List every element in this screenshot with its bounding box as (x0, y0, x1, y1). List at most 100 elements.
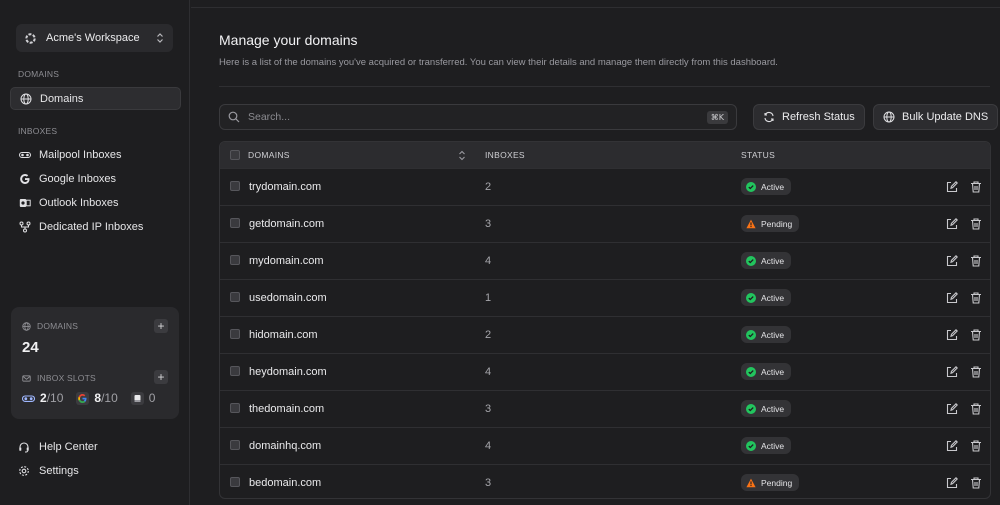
row-checkbox[interactable] (230, 440, 240, 450)
status-text: Active (761, 403, 785, 414)
row-checkbox[interactable] (230, 218, 240, 228)
google-icon (76, 391, 90, 405)
workspace-switcher[interactable]: Acme's Workspace (16, 24, 173, 52)
table-row[interactable]: usedomain.com 1 Active (220, 279, 990, 316)
row-checkbox[interactable] (230, 181, 240, 191)
edit-icon[interactable] (945, 254, 959, 268)
inbox-count: 4 (485, 255, 492, 267)
outlook-icon (130, 391, 144, 405)
status-badge: Active (741, 178, 792, 195)
domains-count: 24 (22, 339, 39, 356)
mailpool-slots: 2/10 (22, 391, 63, 405)
search-shortcut: ⌘K (706, 110, 728, 124)
row-checkbox[interactable] (230, 292, 240, 302)
bulk-update-dns-button[interactable]: Bulk Update DNS (873, 104, 999, 130)
domain-name: getdomain.com (249, 218, 325, 230)
edit-icon[interactable] (945, 291, 959, 305)
edit-icon[interactable] (945, 365, 959, 379)
table-row[interactable]: bedomain.com 3 Pending (220, 464, 990, 498)
table-row[interactable]: getdomain.com 3 Pending (220, 205, 990, 242)
sidebar-item-mailpool[interactable]: Mailpool Inboxes (10, 143, 181, 166)
mailpool-icon (22, 392, 35, 405)
globe-icon (20, 93, 32, 105)
warning-icon (746, 478, 761, 488)
edit-icon[interactable] (945, 217, 959, 231)
edit-icon[interactable] (945, 439, 959, 453)
domain-name: hidomain.com (249, 329, 318, 341)
header-divider (191, 7, 1000, 8)
row-checkbox[interactable] (230, 403, 240, 413)
status-text: Active (761, 292, 785, 303)
domain-name: trydomain.com (249, 181, 322, 193)
row-checkbox[interactable] (230, 477, 240, 487)
help-center-link[interactable]: Help Center (18, 441, 98, 453)
header-domains[interactable]: DOMAINS (248, 150, 290, 160)
sidebar-item-dedicated-ip[interactable]: Dedicated IP Inboxes (10, 215, 181, 238)
section-divider (219, 86, 990, 87)
domains-stat-label: DOMAINS (22, 321, 78, 331)
status-text: Active (761, 440, 785, 451)
table-row[interactable]: hidomain.com 2 Active (220, 316, 990, 353)
sidebar-item-google[interactable]: Google Inboxes (10, 167, 181, 190)
select-all-checkbox[interactable] (230, 150, 240, 160)
row-checkbox[interactable] (230, 255, 240, 265)
status-badge: Active (741, 437, 792, 454)
trash-icon[interactable] (969, 365, 983, 379)
check-circle-icon (746, 329, 761, 340)
table-row[interactable]: domainhq.com 4 Active (220, 427, 990, 464)
edit-icon[interactable] (945, 476, 959, 490)
workspace-logo-icon (25, 32, 36, 44)
workspace-name: Acme's Workspace (46, 32, 140, 44)
trash-icon[interactable] (969, 402, 983, 416)
trash-icon[interactable] (969, 476, 983, 490)
check-circle-icon (746, 181, 761, 192)
status-text: Active (761, 181, 785, 192)
table-row[interactable]: thedomain.com 3 Active (220, 390, 990, 427)
sidebar-item-label: Domains (40, 92, 84, 105)
headset-icon (18, 441, 39, 453)
domains-section-label: DOMAINS (18, 69, 60, 79)
search-placeholder: Search... (248, 111, 291, 123)
sidebar: Acme's Workspace DOMAINS Domains INBOXES… (0, 0, 190, 505)
trash-icon[interactable] (969, 217, 983, 231)
trash-icon[interactable] (969, 439, 983, 453)
sort-icon[interactable] (458, 150, 466, 161)
header-status: STATUS (741, 150, 776, 160)
status-text: Active (761, 366, 785, 377)
domain-name: bedomain.com (249, 477, 322, 489)
search-input[interactable]: Search... ⌘K (219, 104, 737, 130)
trash-icon[interactable] (969, 328, 983, 342)
table-row[interactable]: mydomain.com 4 Active (220, 242, 990, 279)
row-checkbox[interactable] (230, 366, 240, 376)
table-row[interactable]: heydomain.com 4 Active (220, 353, 990, 390)
edit-icon[interactable] (945, 328, 959, 342)
sidebar-item-label: Mailpool Inboxes (39, 148, 122, 161)
trash-icon[interactable] (969, 254, 983, 268)
check-circle-icon (746, 403, 761, 414)
globe-icon (883, 111, 902, 123)
table-row[interactable]: trydomain.com 2 Active (220, 168, 990, 205)
inbox-count: 2 (485, 181, 492, 193)
refresh-status-button[interactable]: Refresh Status (753, 104, 865, 130)
trash-icon[interactable] (969, 291, 983, 305)
inbox-slots-label: INBOX SLOTS (22, 373, 96, 383)
refresh-icon (763, 111, 782, 123)
gear-icon (18, 465, 39, 477)
add-domain-button[interactable]: + (154, 319, 168, 333)
check-circle-icon (746, 292, 761, 303)
edit-icon[interactable] (945, 180, 959, 194)
inbox-count: 2 (485, 329, 492, 341)
edit-icon[interactable] (945, 402, 959, 416)
trash-icon[interactable] (969, 180, 983, 194)
check-circle-icon (746, 440, 761, 451)
status-badge: Active (741, 363, 792, 380)
inbox-count: 3 (485, 218, 492, 230)
mailpool-icon (19, 149, 31, 161)
status-badge: Active (741, 400, 792, 417)
sidebar-item-domains[interactable]: Domains (10, 87, 181, 110)
status-text: Active (761, 329, 785, 340)
add-inbox-slot-button[interactable]: + (154, 370, 168, 384)
row-checkbox[interactable] (230, 329, 240, 339)
sidebar-item-outlook[interactable]: Outlook Inboxes (10, 191, 181, 214)
settings-link[interactable]: Settings (18, 465, 79, 477)
